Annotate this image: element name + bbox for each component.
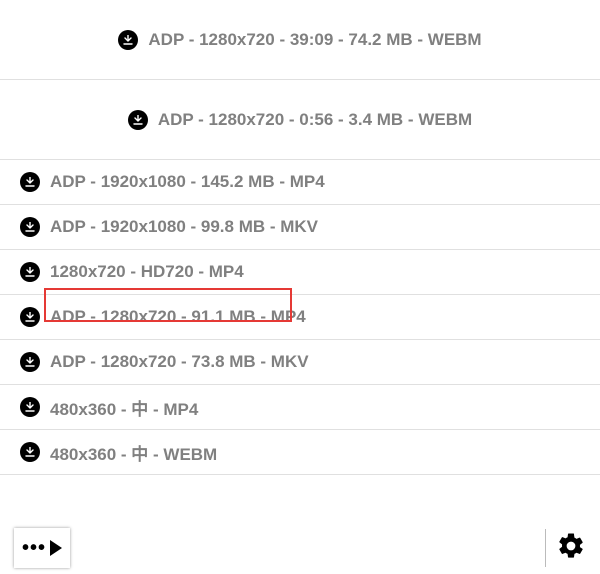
- download-option-label: ADP - 1920x1080 - 99.8 MB - MKV: [50, 217, 318, 237]
- download-option[interactable]: 480x360 - 中 - WEBM: [0, 430, 600, 475]
- settings-button[interactable]: [556, 531, 586, 566]
- play-menu-button[interactable]: •••: [14, 528, 70, 568]
- gear-icon: [556, 531, 586, 561]
- download-option-label: ADP - 1280x720 - 91.1 MB - MP4: [50, 307, 306, 327]
- download-icon: [118, 30, 138, 50]
- download-icon: [20, 217, 40, 237]
- download-icon: [128, 110, 148, 130]
- download-icon: [20, 307, 40, 327]
- footer-bar: •••: [0, 522, 600, 574]
- download-option[interactable]: ADP - 1280x720 - 0:56 - 3.4 MB - WEBM: [0, 80, 600, 160]
- download-option[interactable]: ADP - 1920x1080 - 99.8 MB - MKV: [0, 205, 600, 250]
- download-option-label: ADP - 1920x1080 - 145.2 MB - MP4: [50, 172, 325, 192]
- more-icon: •••: [22, 537, 46, 560]
- download-option[interactable]: ADP - 1280x720 - 73.8 MB - MKV: [0, 340, 600, 385]
- download-option-label: 1280x720 - HD720 - MP4: [50, 262, 244, 282]
- download-icon: [20, 172, 40, 192]
- download-icon: [20, 262, 40, 282]
- download-icon: [20, 397, 40, 417]
- download-option[interactable]: ADP - 1920x1080 - 145.2 MB - MP4: [0, 160, 600, 205]
- footer-right-group: [545, 529, 586, 567]
- download-option[interactable]: 480x360 - 中 - MP4: [0, 385, 600, 430]
- download-option[interactable]: ADP - 1280x720 - 91.1 MB - MP4: [0, 295, 600, 340]
- download-icon: [20, 352, 40, 372]
- download-option-label: ADP - 1280x720 - 73.8 MB - MKV: [50, 352, 309, 372]
- vertical-divider: [545, 529, 546, 567]
- download-option[interactable]: 1280x720 - HD720 - MP4: [0, 250, 600, 295]
- download-option-label: 480x360 - 中 - MP4: [50, 395, 198, 420]
- download-option-label: ADP - 1280x720 - 0:56 - 3.4 MB - WEBM: [158, 110, 472, 130]
- download-option-label: 480x360 - 中 - WEBM: [50, 440, 217, 465]
- download-icon: [20, 442, 40, 462]
- play-icon: [50, 540, 62, 556]
- download-option[interactable]: ADP - 1280x720 - 39:09 - 74.2 MB - WEBM: [0, 0, 600, 80]
- download-options-list: ADP - 1280x720 - 39:09 - 74.2 MB - WEBM …: [0, 0, 600, 475]
- download-option-label: ADP - 1280x720 - 39:09 - 74.2 MB - WEBM: [148, 30, 481, 50]
